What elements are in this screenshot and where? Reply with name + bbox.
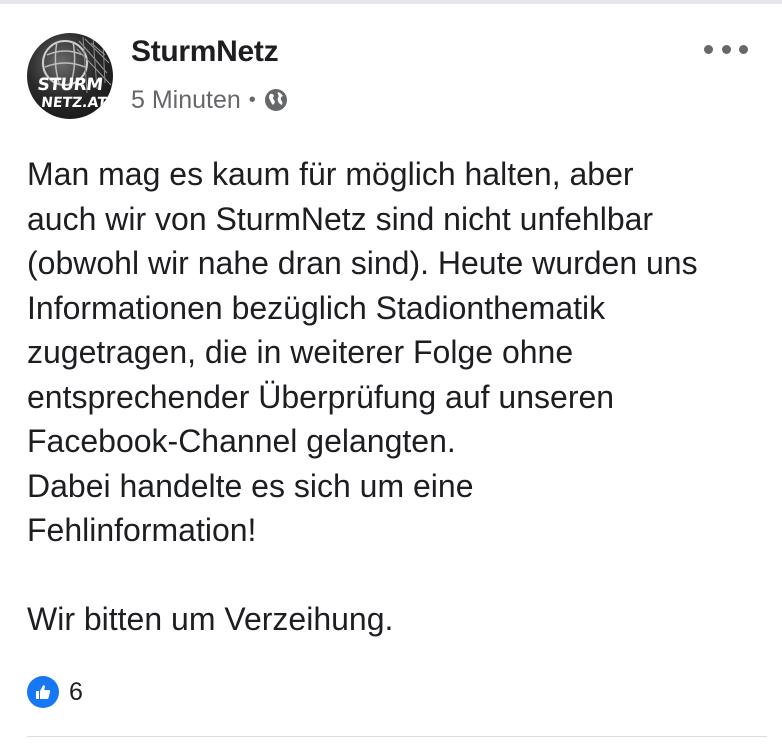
more-dot-2 xyxy=(721,44,731,54)
reactions-summary[interactable]: 6 xyxy=(27,676,83,708)
more-dot-3 xyxy=(739,44,748,54)
facebook-post: STURM NETZ.AT SturmNetz 5 Minuten • Man … xyxy=(0,4,782,750)
post-timestamp[interactable]: 5 Minuten xyxy=(131,86,241,115)
post-meta: 5 Minuten • xyxy=(131,82,288,118)
thumbs-up-icon xyxy=(27,676,59,708)
more-dot-1 xyxy=(704,44,713,54)
reaction-count: 6 xyxy=(69,677,83,706)
post-text: Man mag es kaum für möglich halten, aber… xyxy=(27,156,698,637)
more-options-icon[interactable] xyxy=(704,34,748,64)
meta-separator: • xyxy=(248,88,256,111)
page-name-link[interactable]: SturmNetz xyxy=(131,34,279,70)
divider xyxy=(27,736,767,737)
avatar[interactable]: STURM NETZ.AT xyxy=(27,33,113,119)
avatar-logo-subtext: NETZ.AT xyxy=(40,95,108,111)
avatar-logo-text: STURM xyxy=(36,75,104,95)
globe-icon[interactable] xyxy=(264,88,288,112)
